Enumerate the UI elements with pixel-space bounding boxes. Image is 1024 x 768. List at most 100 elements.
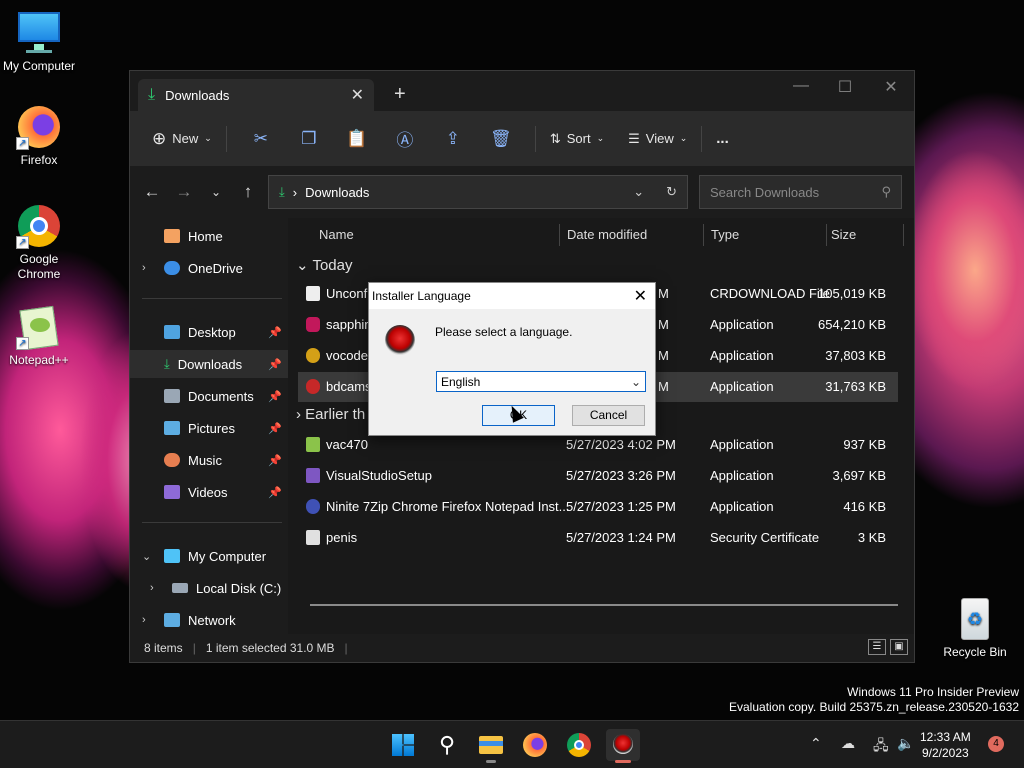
pin-icon[interactable]: 📌 xyxy=(268,326,282,339)
onedrive-offline-icon[interactable]: ☁ xyxy=(841,735,855,752)
chevron-right-icon[interactable]: › xyxy=(142,614,146,626)
group-earlier[interactable]: › Earlier th xyxy=(296,406,365,423)
close-icon[interactable]: ✕ xyxy=(634,286,647,306)
sidebar-item-home[interactable]: Home xyxy=(130,222,288,250)
new-tab-button[interactable]: + xyxy=(394,83,406,106)
installer-taskbar-icon[interactable] xyxy=(606,729,640,763)
file-size: 3 KB xyxy=(857,530,886,545)
sidebar-item-desktop[interactable]: Desktop 📌 xyxy=(130,318,288,346)
desktop-icon-recycle-bin[interactable]: ♻ Recycle Bin xyxy=(936,596,1014,660)
app-icon xyxy=(306,379,320,394)
delete-icon[interactable]: 🗑 xyxy=(477,129,525,149)
maximize-button[interactable]: ☐ xyxy=(822,77,868,97)
column-name[interactable]: Name xyxy=(319,227,354,242)
file-date: M xyxy=(658,286,669,301)
view-button[interactable]: ☰ View ⌄ xyxy=(624,123,691,155)
clock-time: 12:33 AM xyxy=(920,730,971,744)
search-icon[interactable]: ⚲ xyxy=(430,729,464,761)
cancel-button[interactable]: Cancel xyxy=(572,405,645,426)
language-select[interactable]: English ⌄ xyxy=(436,371,646,392)
back-arrow-icon[interactable]: ← xyxy=(136,182,168,202)
rename-icon[interactable]: Ⓐ xyxy=(381,126,429,151)
view-list-icon: ☰ xyxy=(628,130,640,146)
table-row[interactable]: Ninite 7Zip Chrome Firefox Notepad Inst.… xyxy=(298,492,898,522)
cloud-icon xyxy=(164,261,180,275)
pin-icon[interactable]: 📌 xyxy=(268,358,282,371)
dialog-message: Please select a language. xyxy=(435,325,573,339)
sidebar-item-label: Local Disk (C:) xyxy=(196,580,282,596)
more-options-button[interactable]: ... xyxy=(712,123,733,155)
desktop-icon-my-computer[interactable]: My Computer xyxy=(0,10,78,74)
column-type[interactable]: Type xyxy=(711,227,739,242)
up-arrow-icon[interactable]: ↑ xyxy=(232,182,264,202)
tiles-view-icon[interactable]: ▣ xyxy=(890,639,908,655)
shortcut-arrow-icon: ↗ xyxy=(16,236,29,249)
show-hidden-icons-chevron-icon[interactable]: ⌃ xyxy=(810,735,822,752)
chevron-right-icon[interactable]: › xyxy=(142,262,146,274)
forward-arrow-icon[interactable]: → xyxy=(168,182,200,202)
minimize-button[interactable]: — xyxy=(778,77,824,95)
file-type: Application xyxy=(710,348,774,363)
volume-icon[interactable]: 🔈 xyxy=(897,735,914,752)
desktop-icon-chrome[interactable]: ↗ Google Chrome xyxy=(0,203,78,282)
refresh-icon[interactable]: ↻ xyxy=(666,184,677,200)
pin-icon[interactable]: 📌 xyxy=(268,390,282,403)
sidebar-item-my-computer[interactable]: ⌄ My Computer xyxy=(130,542,288,570)
column-date-modified[interactable]: Date modified xyxy=(567,227,647,242)
sidebar-item-network[interactable]: › Network xyxy=(130,606,288,634)
app-icon xyxy=(306,317,320,332)
desktop-icon-firefox[interactable]: ↗ Firefox xyxy=(0,104,78,168)
horizontal-scrollbar[interactable] xyxy=(310,604,898,606)
sidebar-item-pictures[interactable]: Pictures 📌 xyxy=(130,414,288,442)
address-bar[interactable]: ⤓ › Downloads ⌄ ↻ xyxy=(268,175,688,209)
chevron-down-icon[interactable]: ⌄ xyxy=(633,184,644,200)
copy-icon[interactable]: ❐ xyxy=(285,129,333,149)
sidebar-item-local-disk[interactable]: › Local Disk (C:) xyxy=(130,574,288,602)
group-today[interactable]: ⌄ Today xyxy=(296,256,353,274)
windows-logo-icon xyxy=(392,734,414,756)
sort-button[interactable]: ⇅ Sort ⌄ xyxy=(546,123,608,155)
paste-icon[interactable]: 📋 xyxy=(333,129,381,149)
close-window-button[interactable]: ✕ xyxy=(868,77,914,97)
notification-badge[interactable]: 4 xyxy=(988,736,1004,752)
file-explorer-taskbar-icon[interactable] xyxy=(474,729,508,763)
close-tab-icon[interactable]: ✕ xyxy=(351,85,364,105)
sidebar-item-music[interactable]: Music 📌 xyxy=(130,446,288,474)
sidebar-item-videos[interactable]: Videos 📌 xyxy=(130,478,288,506)
notepadpp-icon: ↗ xyxy=(16,304,62,351)
sidebar-item-onedrive[interactable]: › OneDrive xyxy=(130,254,288,282)
recent-chevron-icon[interactable]: ⌄ xyxy=(200,185,232,199)
desktop-icon-label: Notepad++ xyxy=(9,353,69,367)
desktop-icon-notepadpp[interactable]: ↗ Notepad++ xyxy=(0,304,78,368)
dialog-title-bar: Installer Language ✕ xyxy=(369,283,655,309)
pin-icon[interactable]: 📌 xyxy=(268,454,282,467)
chevron-down-icon[interactable]: ⌄ xyxy=(142,550,151,563)
clock[interactable]: 12:33 AM 9/2/2023 xyxy=(920,729,971,761)
file-type: CRDOWNLOAD File xyxy=(710,286,830,301)
share-icon[interactable]: ⇪ xyxy=(429,129,477,149)
command-bar: ⊕ New ⌄ ✂ ❐ 📋 Ⓐ ⇪ 🗑 ⇅ Sort ⌄ ☰ View ⌄ ..… xyxy=(130,111,914,166)
tab-downloads[interactable]: ⤓ Downloads ✕ xyxy=(138,79,374,111)
new-button[interactable]: ⊕ New ⌄ xyxy=(148,123,216,155)
file-type: Application xyxy=(710,317,774,332)
details-view-icon[interactable]: ☰ xyxy=(868,639,886,655)
pin-icon[interactable]: 📌 xyxy=(268,422,282,435)
chevron-right-icon[interactable]: › xyxy=(150,582,154,594)
sidebar-item-documents[interactable]: Documents 📌 xyxy=(130,382,288,410)
cut-icon[interactable]: ✂ xyxy=(237,129,285,149)
chrome-taskbar-icon[interactable] xyxy=(562,729,596,761)
sidebar-item-label: Network xyxy=(188,612,236,628)
sidebar-item-downloads[interactable]: ⤓ Downloads 📌 xyxy=(130,350,288,378)
dialog-title: Installer Language xyxy=(372,289,471,303)
pin-icon[interactable]: 📌 xyxy=(268,486,282,499)
table-row[interactable]: VisualStudioSetup 5/27/2023 3:26 PM Appl… xyxy=(298,461,898,491)
network-icon[interactable]: 🖧 xyxy=(873,735,889,759)
column-size[interactable]: Size xyxy=(831,227,856,242)
file-icon xyxy=(306,286,320,301)
table-row[interactable]: penis 5/27/2023 1:24 PM Security Certifi… xyxy=(298,523,898,553)
file-size: 654,210 KB xyxy=(818,317,886,332)
search-input[interactable]: Search Downloads ⚲ xyxy=(699,175,902,209)
start-button[interactable] xyxy=(386,729,420,761)
firefox-taskbar-icon[interactable] xyxy=(518,729,552,761)
file-size: 416 KB xyxy=(843,499,886,514)
